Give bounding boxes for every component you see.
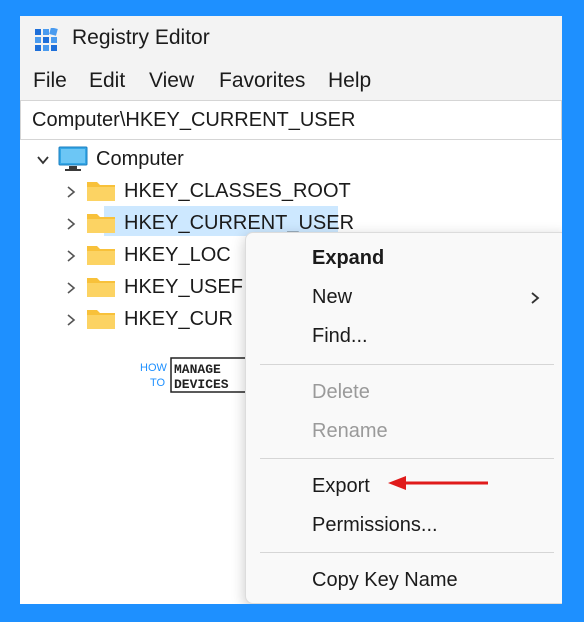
- tree-item-label: HKEY_LOC: [124, 244, 231, 266]
- tree-root-label: Computer: [96, 148, 184, 170]
- menu-edit[interactable]: Edit: [89, 69, 125, 93]
- menu-separator: [260, 552, 554, 553]
- menu-file[interactable]: File: [33, 69, 67, 93]
- menu-item-rename: Rename: [312, 420, 388, 442]
- menu-item-export[interactable]: Export: [312, 475, 370, 498]
- red-arrow-icon: [388, 476, 488, 490]
- context-menu: Expand New Find... Delete Rename Export …: [245, 232, 562, 604]
- svg-text:MANAGE: MANAGE: [174, 362, 221, 377]
- title-bar: Registry Editor: [20, 16, 562, 64]
- tree-item-hkey-classes-root[interactable]: HKEY_CLASSES_ROOT: [20, 176, 351, 206]
- menu-item-new[interactable]: New: [312, 286, 352, 309]
- chevron-right-icon[interactable]: [64, 185, 78, 199]
- menu-view[interactable]: View: [149, 69, 194, 93]
- chevron-down-icon[interactable]: [36, 153, 50, 167]
- menu-separator: [260, 458, 554, 459]
- chevron-right-icon[interactable]: [64, 313, 78, 327]
- address-bar[interactable]: Computer\HKEY_CURRENT_USER: [20, 100, 562, 140]
- menu-separator: [260, 364, 554, 365]
- svg-text:HOW: HOW: [140, 362, 168, 374]
- computer-icon: [58, 146, 88, 171]
- menu-item-delete: Delete: [312, 381, 370, 403]
- chevron-right-icon: [531, 292, 540, 304]
- tree-item-label: HKEY_CLASSES_ROOT: [124, 180, 351, 202]
- folder-icon: [87, 182, 115, 201]
- menu-item-expand[interactable]: Expand: [312, 247, 384, 270]
- svg-text:TO: TO: [150, 377, 166, 389]
- tree-item-label: HKEY_USEF: [124, 276, 243, 298]
- folder-icon: [87, 278, 115, 297]
- menu-bar: File Edit View Favorites Help: [20, 64, 562, 100]
- tree-item-computer[interactable]: Computer: [20, 144, 320, 174]
- window-title: Registry Editor: [72, 26, 210, 49]
- tree-item-label: HKEY_CUR: [124, 308, 233, 330]
- folder-icon: [87, 214, 115, 233]
- menu-favorites[interactable]: Favorites: [219, 69, 305, 93]
- registry-editor-window: Registry Editor File Edit View Favorites…: [20, 16, 562, 604]
- chevron-right-icon[interactable]: [64, 249, 78, 263]
- menu-item-permissions[interactable]: Permissions...: [312, 514, 438, 537]
- chevron-right-icon[interactable]: [64, 217, 78, 231]
- folder-icon: [87, 310, 115, 329]
- menu-item-find[interactable]: Find...: [312, 325, 368, 348]
- registry-editor-icon: [35, 28, 58, 51]
- chevron-right-icon[interactable]: [64, 281, 78, 295]
- menu-help[interactable]: Help: [328, 69, 371, 93]
- menu-item-copy-key-name[interactable]: Copy Key Name: [312, 569, 458, 592]
- svg-text:DEVICES: DEVICES: [174, 377, 229, 392]
- address-path: Computer\HKEY_CURRENT_USER: [32, 109, 356, 131]
- folder-icon: [87, 246, 115, 265]
